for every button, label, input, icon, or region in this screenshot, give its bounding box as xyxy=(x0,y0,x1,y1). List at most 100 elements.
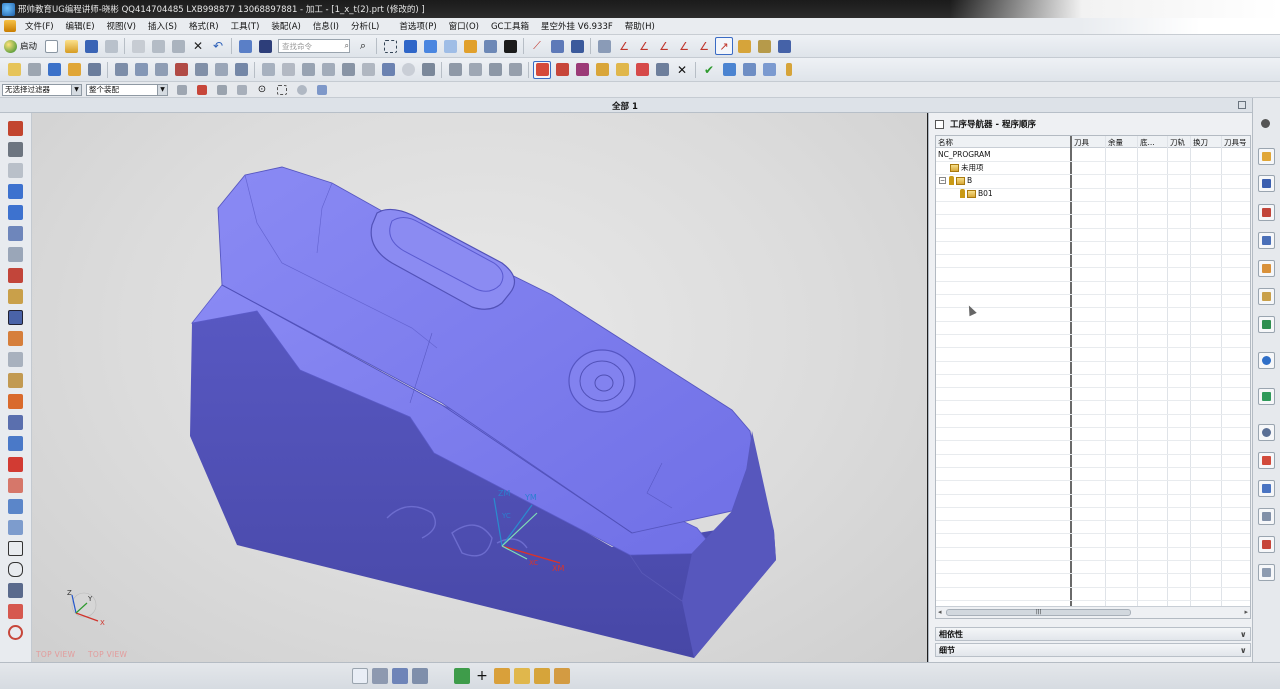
menu-edit[interactable]: 编辑(E) xyxy=(60,20,101,32)
scroll-left-icon[interactable]: ◂ xyxy=(938,608,942,616)
box-icon[interactable] xyxy=(8,289,23,304)
assembly-icon[interactable] xyxy=(8,436,23,451)
select-face-icon[interactable] xyxy=(213,83,231,97)
polygon-icon[interactable] xyxy=(8,562,23,577)
snap-end-icon[interactable]: ∠ xyxy=(615,37,633,55)
tree-row-unused[interactable]: 未用项 xyxy=(950,162,984,173)
assembly-navigator-icon[interactable] xyxy=(1258,232,1275,249)
axis-icon[interactable] xyxy=(8,142,23,157)
revolve-icon[interactable] xyxy=(8,520,23,535)
navigator-horizontal-scrollbar[interactable]: ◂ ||| ▸ xyxy=(936,606,1250,618)
create-geometry-icon[interactable] xyxy=(45,61,63,79)
box-select-icon[interactable] xyxy=(273,83,291,97)
transform-icon[interactable] xyxy=(446,61,464,79)
menu-icon[interactable] xyxy=(4,20,16,32)
stack-icon[interactable] xyxy=(8,373,23,388)
cube-icon[interactable] xyxy=(8,310,23,325)
menu-insert[interactable]: 插入(S) xyxy=(142,20,183,32)
snap-active-icon[interactable]: ↗ xyxy=(715,37,734,55)
drill-icon[interactable] xyxy=(633,61,651,79)
workpiece-icon[interactable] xyxy=(533,60,551,79)
avoidance-icon[interactable] xyxy=(319,61,337,79)
feeds-icon[interactable] xyxy=(279,61,297,79)
menu-analysis[interactable]: 分析(L) xyxy=(345,20,385,32)
menu-tools[interactable]: 工具(T) xyxy=(225,20,266,32)
method-view-icon[interactable] xyxy=(412,668,428,684)
constraint-icon[interactable] xyxy=(1258,480,1275,497)
undo-icon[interactable]: ↶ xyxy=(209,37,227,55)
bar-end-icon[interactable] xyxy=(780,61,798,79)
dimension-icon[interactable] xyxy=(8,583,23,598)
col-stock[interactable]: 余量 xyxy=(1108,137,1123,148)
verify-path-icon[interactable] xyxy=(172,61,190,79)
roles-icon[interactable] xyxy=(8,121,23,136)
menu-assembly[interactable]: 装配(A) xyxy=(265,20,306,32)
layer-icon[interactable] xyxy=(595,37,613,55)
copy-icon[interactable] xyxy=(149,37,167,55)
clock-history-icon[interactable] xyxy=(1258,424,1275,441)
part-navigator-icon[interactable] xyxy=(1258,204,1275,221)
details-section[interactable]: 细节 ∨ xyxy=(935,643,1251,657)
create-operation-icon[interactable] xyxy=(85,61,103,79)
document-icon[interactable] xyxy=(1258,564,1275,581)
fit-view-icon[interactable] xyxy=(381,37,399,55)
layers-icon[interactable] xyxy=(8,352,23,367)
rectangle-icon[interactable] xyxy=(8,541,23,556)
ipw-icon[interactable] xyxy=(573,61,591,79)
machine-view-icon[interactable] xyxy=(372,668,388,684)
template-icon[interactable] xyxy=(760,61,778,79)
select-edge-icon[interactable] xyxy=(233,83,251,97)
sheet-icon[interactable] xyxy=(8,163,23,178)
background-icon[interactable] xyxy=(501,37,519,55)
crosshair-icon[interactable]: + xyxy=(474,668,490,684)
engage-icon[interactable] xyxy=(299,61,317,79)
visual-report-icon[interactable] xyxy=(1258,536,1275,553)
restore-window-icon[interactable] xyxy=(1238,101,1246,109)
machine-tool-navigator-icon[interactable] xyxy=(1258,175,1275,192)
cut-params-icon[interactable] xyxy=(259,61,277,79)
analyze-icon[interactable] xyxy=(755,37,773,55)
blank-icon[interactable] xyxy=(553,61,571,79)
graphics-viewport[interactable]: ZM YM YC XC XM Z Y X TOP VIEW TOP VIEW xyxy=(32,113,927,662)
tree-row-program-b[interactable]: − B xyxy=(939,176,972,185)
collapse-icon[interactable]: − xyxy=(939,177,946,184)
shaded-icon[interactable] xyxy=(421,37,439,55)
probe-icon[interactable] xyxy=(613,61,631,79)
part-icon[interactable] xyxy=(8,415,23,430)
motion-icon[interactable] xyxy=(775,37,793,55)
show-hide-icon[interactable] xyxy=(256,37,274,55)
menu-window[interactable]: 窗口(O) xyxy=(443,20,485,32)
menu-help[interactable]: 帮助(H) xyxy=(619,20,661,32)
report-icon[interactable] xyxy=(720,61,738,79)
menu-gc-toolbox[interactable]: GC工具箱 xyxy=(485,20,535,32)
feature-icon[interactable] xyxy=(593,61,611,79)
snap-quadrant-icon[interactable]: ∠ xyxy=(675,37,693,55)
eraser-icon[interactable] xyxy=(8,394,23,409)
selection-scope-dropdown[interactable]: 整个装配 ▼ xyxy=(86,83,168,96)
wireframe-icon[interactable] xyxy=(441,37,459,55)
open-file-icon[interactable] xyxy=(62,37,80,55)
web-browser-icon[interactable] xyxy=(1258,316,1275,333)
snap-icon[interactable]: ⊙ xyxy=(253,83,271,97)
pin-checkbox[interactable] xyxy=(935,119,944,129)
new-file-icon[interactable] xyxy=(42,37,60,55)
dependencies-section[interactable]: 相依性 ∨ xyxy=(935,627,1251,641)
datum-icon[interactable] xyxy=(568,37,586,55)
tree-row-nc-program[interactable]: NC_PROGRAM xyxy=(938,150,991,159)
block-icon[interactable] xyxy=(8,247,23,262)
accept-icon[interactable]: ✔ xyxy=(700,61,718,79)
stack-boxes-icon[interactable] xyxy=(534,668,550,684)
package-icon[interactable] xyxy=(554,668,570,684)
program-view-icon[interactable] xyxy=(352,668,368,684)
clear-icon[interactable]: ✕ xyxy=(673,61,691,79)
select-type-icon[interactable] xyxy=(193,83,211,97)
system-materials-icon[interactable] xyxy=(1258,388,1275,405)
point-icon[interactable]: ⟋ xyxy=(528,37,546,55)
paste-icon[interactable] xyxy=(169,37,187,55)
zoom-icon[interactable]: ⌕ xyxy=(354,37,372,55)
sweep-icon[interactable] xyxy=(8,478,23,493)
col-toolnum[interactable]: 刀具号 xyxy=(1224,137,1247,148)
tool-icon[interactable] xyxy=(506,61,524,79)
role-icon[interactable] xyxy=(1258,508,1275,525)
menu-information[interactable]: 信息(I) xyxy=(307,20,345,32)
